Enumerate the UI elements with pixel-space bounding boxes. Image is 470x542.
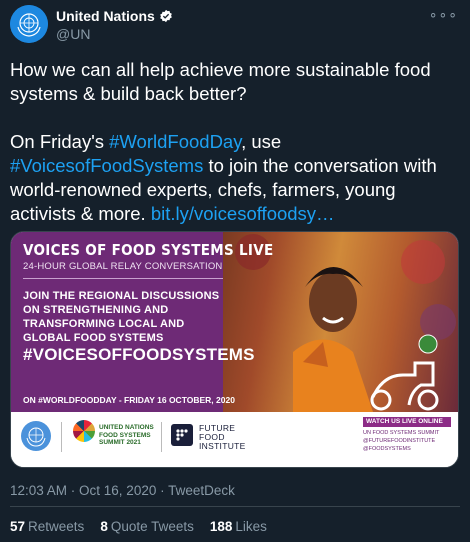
tweet-link[interactable]: bit.ly/voicesoffoodsy…	[151, 203, 335, 224]
tweet-line-2: On Friday's #WorldFoodDay, use #Voicesof…	[10, 130, 460, 226]
tweet-line-1: How we can all help achieve more sustain…	[10, 59, 431, 104]
banner-divider	[23, 278, 223, 279]
tweet-text-segment: , use	[241, 131, 282, 152]
banner-hashtag: #VOICESOFFOODSYSTEMS	[23, 345, 255, 364]
future-food-institute-logo-icon	[171, 424, 193, 446]
tweet-text: How we can all help achieve more sustain…	[10, 58, 460, 226]
verified-badge-icon	[159, 9, 172, 23]
watch-item: @FUTUREFOODINSTITUTE	[363, 438, 436, 444]
banner-date: ON #WORLDFOODDAY - FRIDAY 16 OCTOBER, 20…	[23, 395, 235, 405]
watch-item: @FOODSYSTEMS	[363, 446, 411, 452]
display-name-text[interactable]: United Nations	[56, 8, 155, 24]
un-emblem-icon	[10, 5, 48, 43]
retweets-count: 57	[10, 519, 26, 534]
tweet-timestamp[interactable]: 12:03 AM · Oct 16, 2020 · TweetDeck	[10, 483, 235, 498]
tweet-stats: 57 Retweets 8 Quote Tweets 188 Likes	[10, 519, 267, 534]
woman-photo	[223, 232, 458, 412]
quote-tweets-count: 8	[100, 519, 108, 534]
banner-subtitle: 24-HOUR GLOBAL RELAY CONVERSATION	[23, 261, 223, 272]
more-options-icon[interactable]: ∘∘∘	[429, 6, 458, 23]
quote-tweets-stat[interactable]: 8 Quote Tweets	[100, 519, 194, 534]
food-systems-summit-logo-icon	[73, 420, 95, 442]
media-banner: VOICES OF FOOD SYSTEMS LIVE 24-HOUR GLOB…	[11, 232, 458, 412]
future-food-institute-text: FUTURE FOOD INSTITUTE	[199, 423, 246, 451]
avatar[interactable]	[10, 5, 48, 43]
banner-title: VOICES OF FOOD SYSTEMS LIVE	[23, 241, 274, 259]
likes-stat[interactable]: 188 Likes	[210, 519, 267, 534]
watch-title: WATCH US LIVE ONLINE	[363, 417, 451, 427]
food-systems-summit-text: UNITED NATIONS FOOD SYSTEMS SUMMIT 2021	[99, 424, 154, 446]
tweet-text-segment: On Friday's	[10, 131, 110, 152]
footer-separator	[61, 422, 62, 452]
media-footer: UNITED NATIONS FOOD SYSTEMS SUMMIT 2021 …	[11, 412, 458, 467]
retweets-label: Retweets	[28, 519, 85, 534]
hashtag-voicesoffoodsystems[interactable]: #VoicesofFoodSystems	[10, 155, 203, 176]
photo-illustration	[235, 234, 456, 412]
handle[interactable]: @UN	[56, 26, 90, 42]
tweet: United Nations @UN ∘∘∘ How we can all he…	[0, 0, 470, 542]
quote-tweets-label: Quote Tweets	[110, 519, 194, 534]
likes-label: Likes	[235, 519, 267, 534]
likes-count: 188	[209, 519, 233, 534]
banner-join-text: JOIN THE REGIONAL DISCUSSIONS ON STRENGT…	[23, 290, 220, 344]
un-logo-icon	[21, 421, 51, 451]
retweets-stat[interactable]: 57 Retweets	[10, 519, 84, 534]
watch-item: UN FOOD SYSTEMS SUMMIT	[363, 430, 440, 436]
watch-online-box: WATCH US LIVE ONLINE UN FOOD SYSTEMS SUM…	[363, 417, 451, 453]
display-name[interactable]: United Nations	[56, 8, 173, 24]
footer-separator	[161, 422, 162, 452]
stats-divider	[10, 506, 460, 507]
hashtag-worldfoodday[interactable]: #WorldFoodDay	[109, 131, 241, 152]
media-card[interactable]: VOICES OF FOOD SYSTEMS LIVE 24-HOUR GLOB…	[10, 231, 459, 468]
